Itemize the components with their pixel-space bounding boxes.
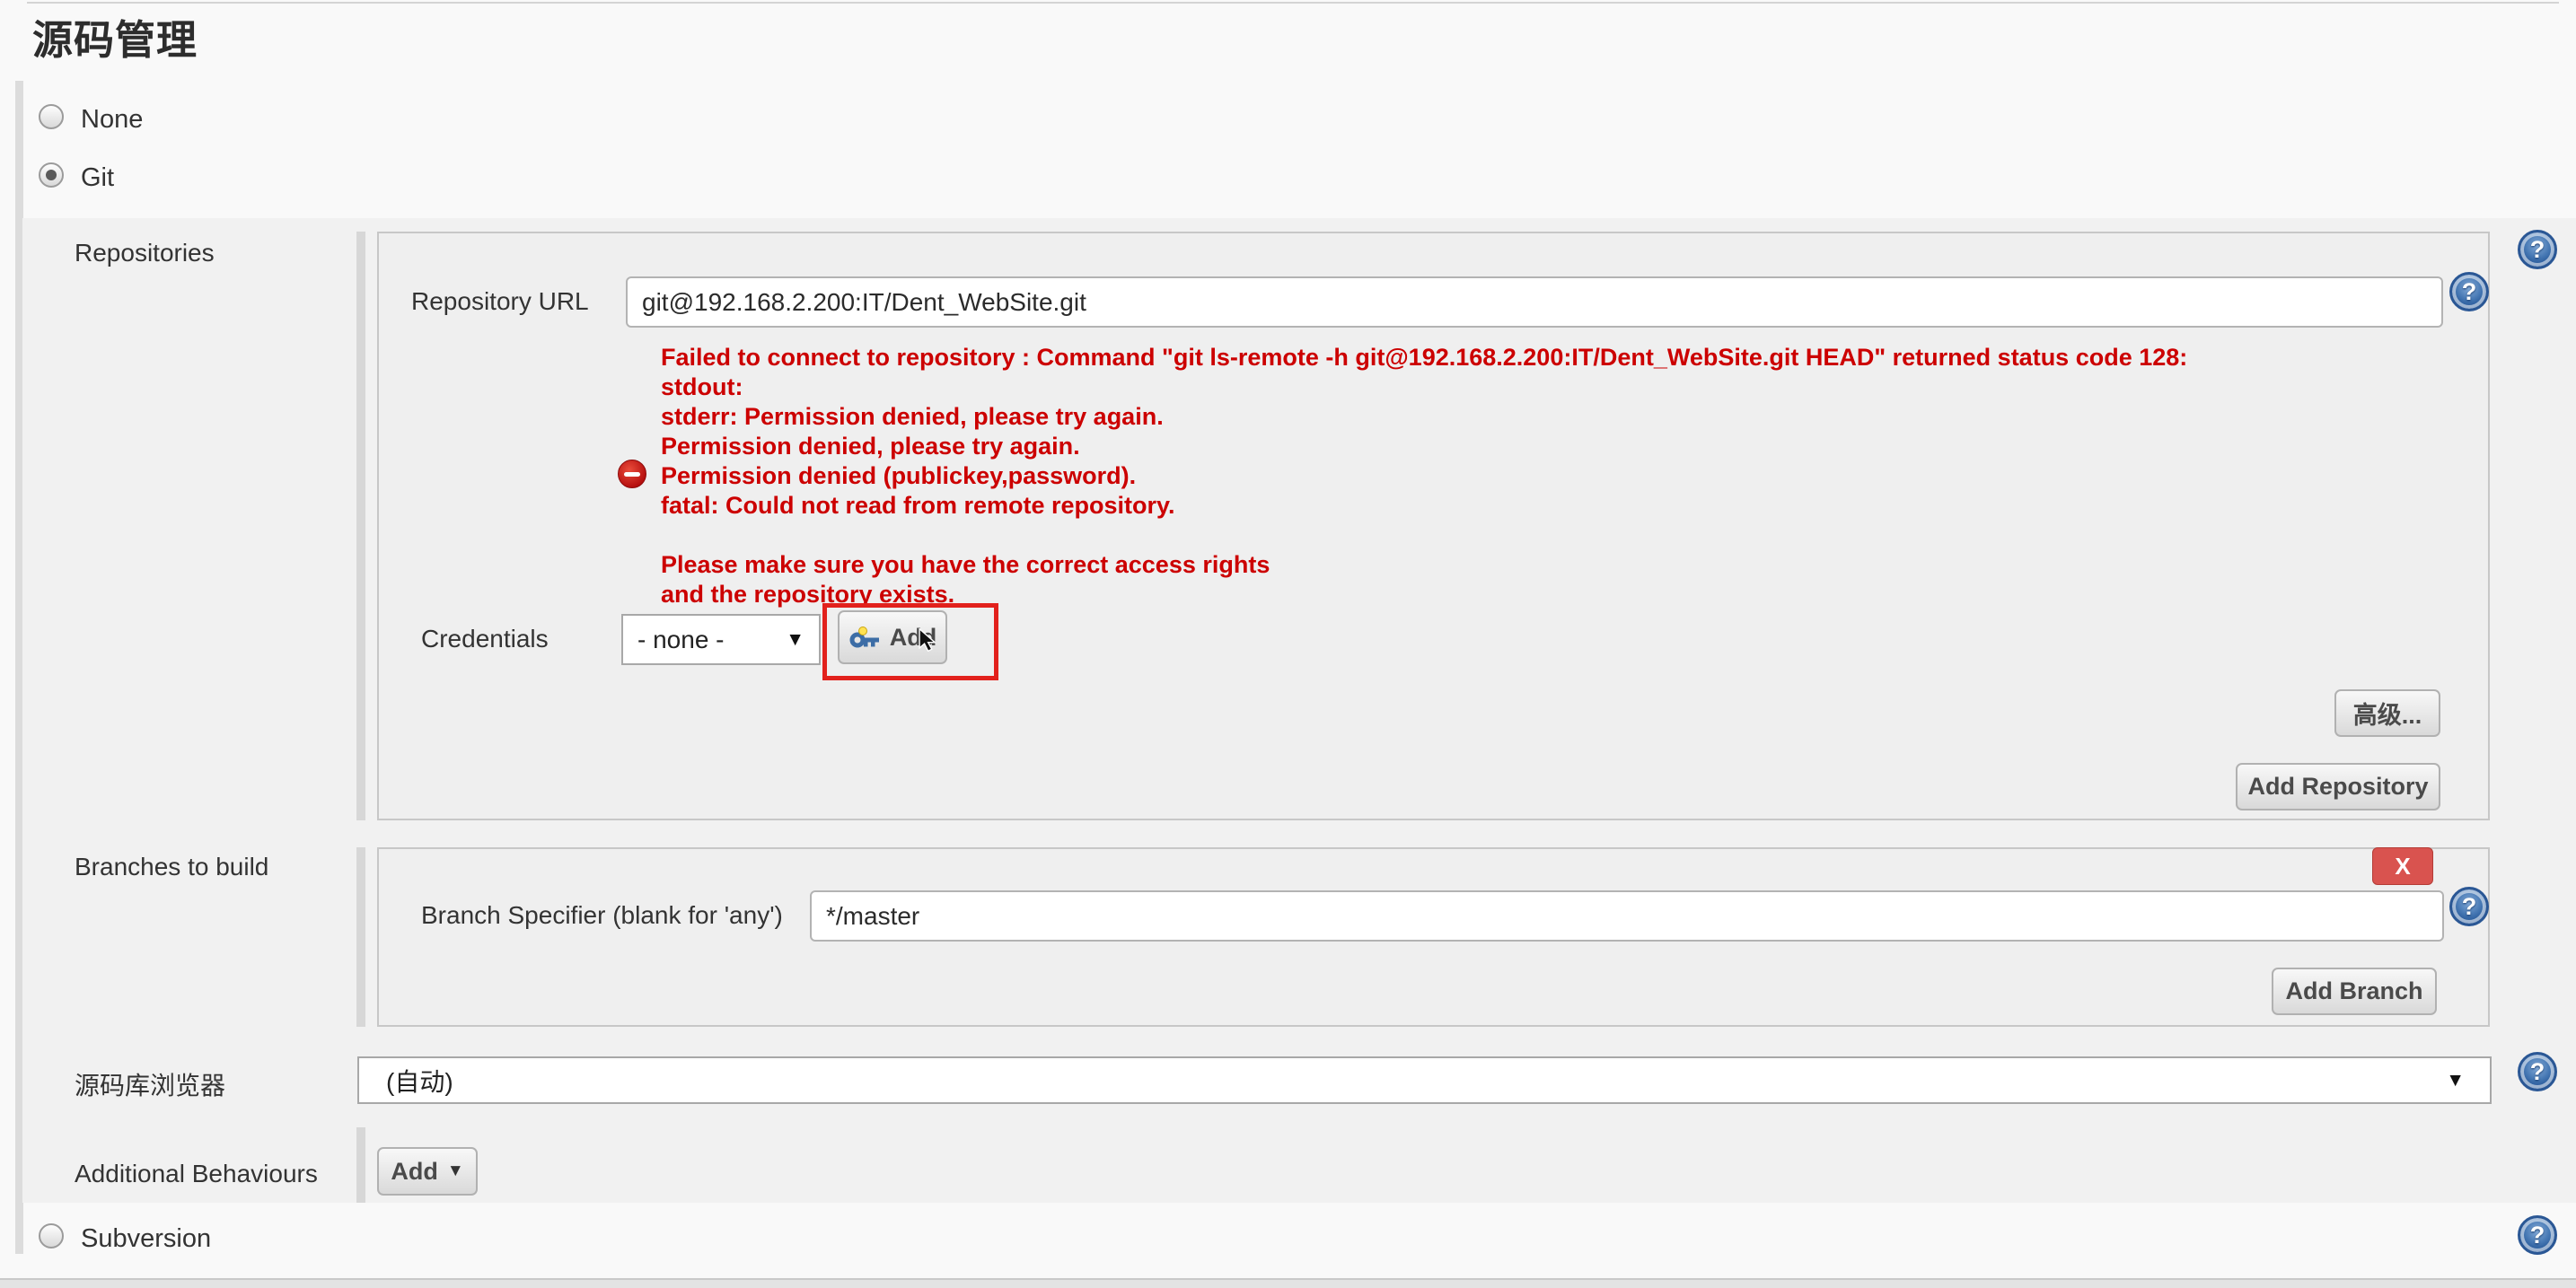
credentials-selected-value: - none - [637,626,725,654]
credentials-label: Credentials [421,625,549,653]
radio-git[interactable] [39,162,64,188]
question-mark-glyph: ? [2530,236,2545,264]
delete-branch-button[interactable]: X [2372,847,2433,885]
repo-browser-selected-value: (自动) [386,1063,453,1099]
question-mark-glyph: ? [2530,1058,2545,1086]
repository-block: Repository URL Failed to connect to repo… [377,232,2490,820]
repo-browser-label: 源码库浏览器 [75,1066,225,1102]
repositories-section-label: Repositories [75,239,215,267]
repositories-indent-bar [356,232,365,820]
page-title: 源码管理 [32,7,198,66]
error-icon [618,460,646,488]
error-line: and the repository exists. [661,580,2187,609]
radio-git-label: Git [81,163,114,193]
add-behaviour-button[interactable]: Add ▼ [377,1147,478,1196]
add-repository-button[interactable]: Add Repository [2236,763,2440,810]
branches-section-label: Branches to build [75,853,268,881]
repository-url-label: Repository URL [411,287,589,316]
error-line: stdout: [661,372,2187,402]
add-branch-button[interactable]: Add Branch [2272,968,2437,1015]
chevron-down-icon: ▼ [447,1161,464,1181]
radio-subversion[interactable] [39,1223,64,1249]
chevron-down-icon: ▼ [786,629,804,651]
additional-behaviours-indent-bar [356,1127,365,1203]
question-mark-glyph: ? [2530,1222,2545,1249]
radio-none[interactable] [39,104,64,129]
error-line: Please make sure you have the correct ac… [661,550,2187,580]
error-line: fatal: Could not read from remote reposi… [661,491,2187,521]
error-line [661,521,2187,550]
help-icon-repo-browser[interactable]: ? [2518,1052,2557,1091]
key-icon [848,626,881,650]
help-icon-repository-url[interactable]: ? [2449,272,2489,311]
branches-indent-bar [356,847,365,1027]
add-credentials-button[interactable]: Add [838,610,947,664]
help-icon-repositories[interactable]: ? [2518,230,2557,269]
branch-specifier-input[interactable] [810,890,2444,942]
add-behaviour-label: Add [391,1158,437,1186]
add-branch-label: Add Branch [2285,977,2422,1005]
repository-error-message: Failed to connect to repository : Comman… [661,343,2187,609]
radio-subversion-label: Subversion [81,1224,211,1254]
branch-specifier-label: Branch Specifier (blank for 'any') [421,901,783,930]
advanced-button[interactable]: 高级... [2334,689,2440,737]
add-repository-label: Add Repository [2247,773,2428,801]
error-line: Permission denied (publickey,password). [661,461,2187,491]
question-mark-glyph: ? [2462,278,2477,306]
chevron-down-icon: ▼ [2446,1070,2465,1091]
advanced-button-label: 高级... [2353,696,2422,731]
branch-block: X Branch Specifier (blank for 'any') Add… [377,847,2490,1027]
help-icon-subversion[interactable]: ? [2518,1215,2557,1255]
error-line: Failed to connect to repository : Comman… [661,343,2187,372]
repo-browser-select[interactable]: (自动) ▼ [357,1056,2492,1104]
repository-url-input[interactable] [626,276,2443,328]
error-line: Permission denied, please try again. [661,432,2187,461]
question-mark-glyph: ? [2462,893,2477,921]
help-icon-branch-specifier[interactable]: ? [2449,887,2489,926]
mouse-cursor-icon [919,628,936,652]
top-divider [27,2,2559,4]
credentials-select[interactable]: - none - ▼ [621,614,821,665]
delete-branch-label: X [2395,853,2410,881]
additional-behaviours-label: Additional Behaviours [75,1160,318,1188]
error-line: stderr: Permission denied, please try ag… [661,402,2187,432]
bottom-divider-band [0,1278,2576,1288]
radio-none-label: None [81,105,143,135]
